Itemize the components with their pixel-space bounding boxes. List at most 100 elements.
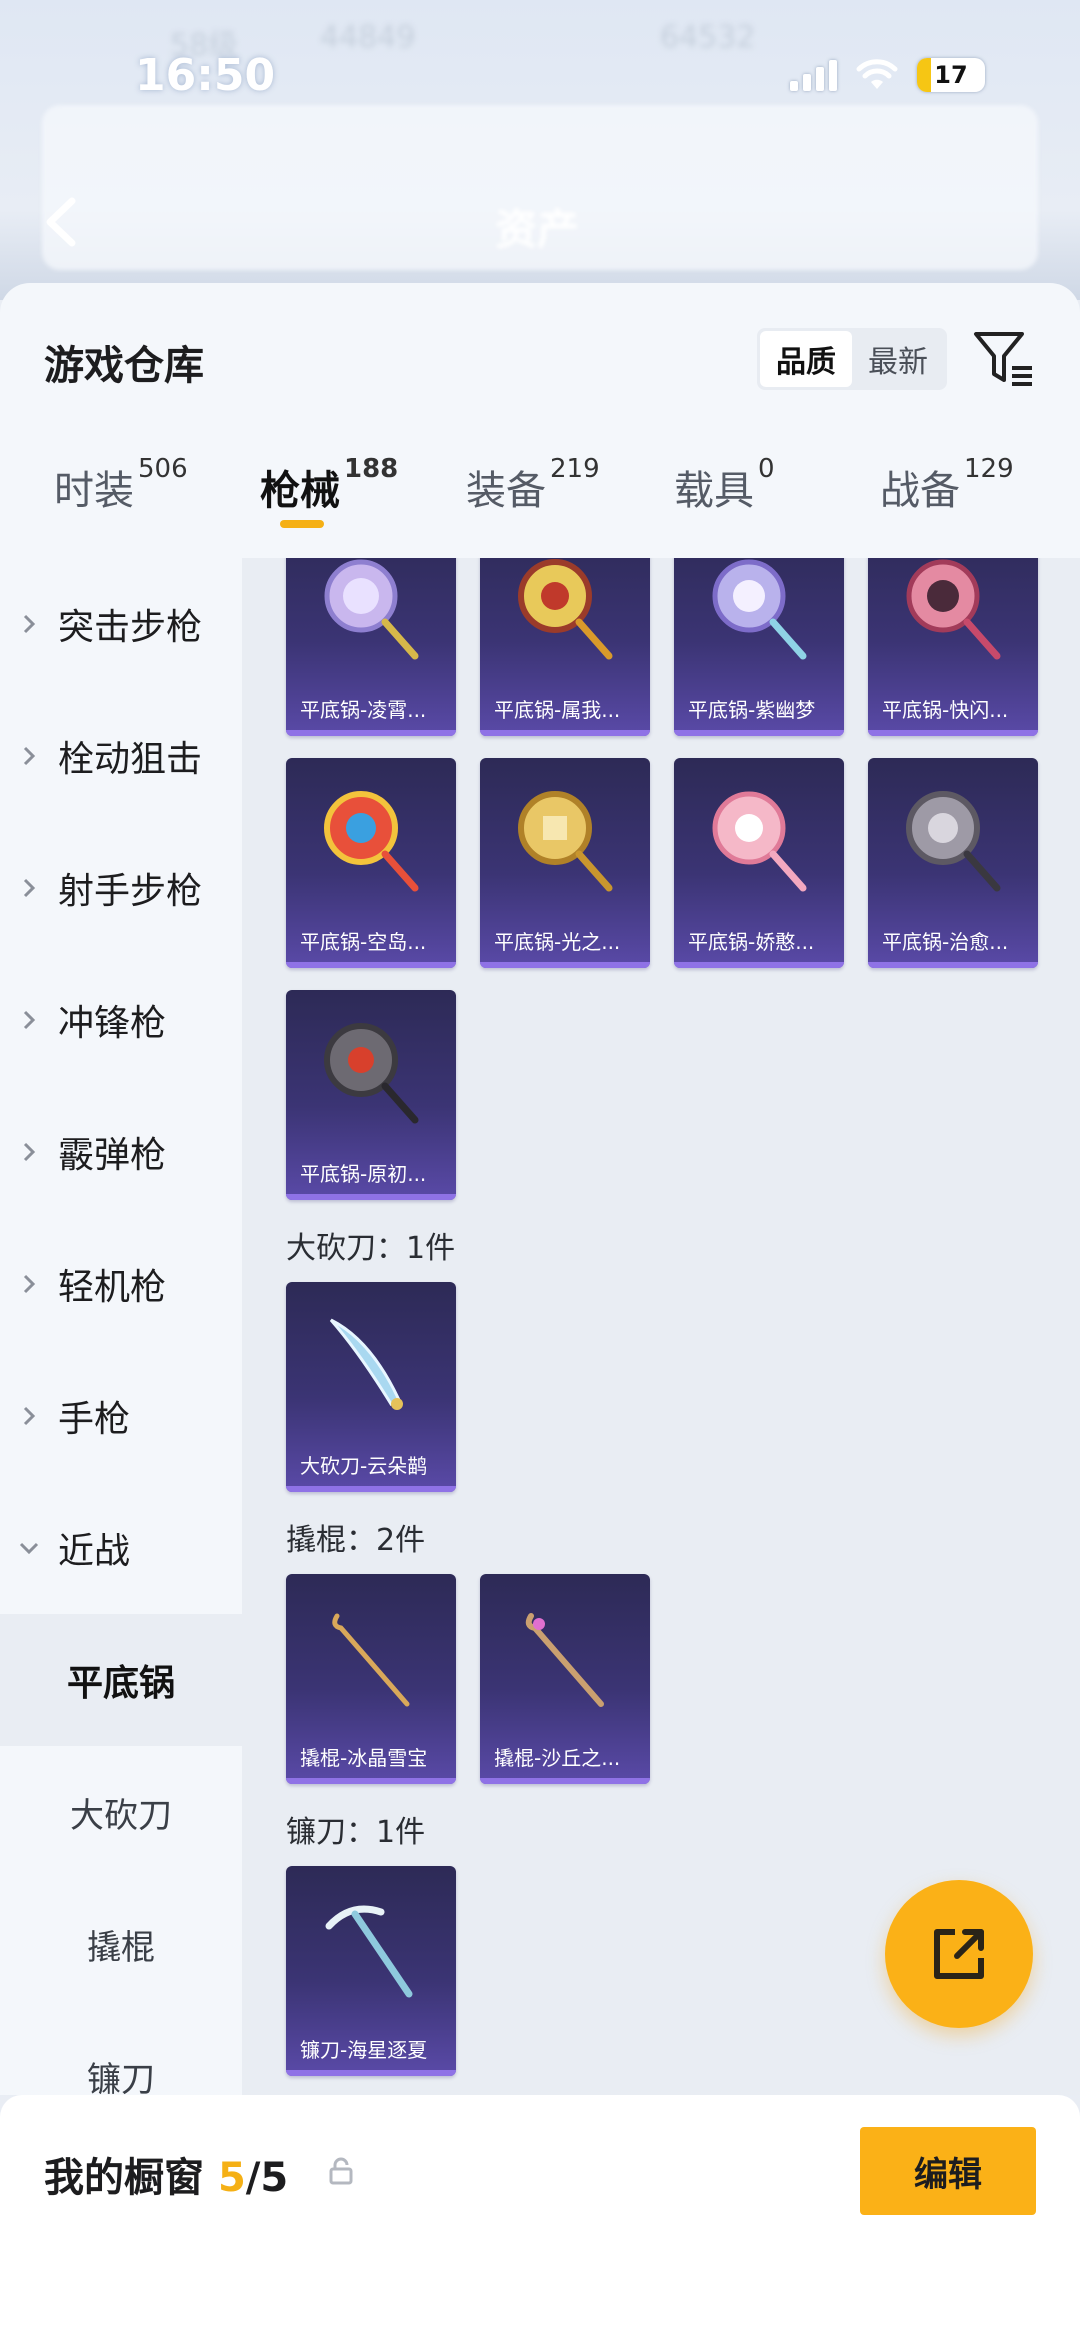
status-icons: 17: [790, 58, 985, 92]
back-icon[interactable]: [40, 195, 80, 249]
item-name: 撬棍-沙丘之...: [494, 1745, 621, 1770]
tab-equipment[interactable]: 装备 219: [466, 454, 600, 516]
wifi-icon: [856, 59, 898, 89]
tab-vehicles[interactable]: 载具 0: [674, 454, 775, 516]
item-name: 平底锅-紫幽梦: [688, 697, 816, 722]
item-name: 镰刀-海星逐夏: [300, 2037, 428, 2062]
item-card[interactable]: 平底锅-凌霄...: [286, 558, 456, 736]
tab-vehicles-count: 0: [758, 454, 775, 484]
nav-label: 霰弹枪: [58, 1135, 167, 1176]
tab-guns[interactable]: 枪械 188: [260, 454, 398, 528]
item-card[interactable]: 平底锅-属我...: [480, 558, 650, 736]
lock-icon[interactable]: [328, 2157, 354, 2185]
background-header: 58级 44849 64532 资产 16:50 17: [0, 0, 1080, 300]
edit-button[interactable]: 编辑: [860, 2127, 1036, 2215]
item-card[interactable]: 撬棍-冰晶雪宝: [286, 1574, 456, 1784]
background-title: 资产: [495, 205, 580, 254]
filter-icon[interactable]: [972, 328, 1034, 390]
item-name: 平底锅-治愈...: [882, 929, 1009, 954]
item-card[interactable]: 镰刀-海星逐夏: [286, 1866, 456, 2076]
item-card[interactable]: 平底锅-光之...: [480, 758, 650, 968]
sort-toggle: 品质 最新: [757, 328, 947, 390]
nav-pistol[interactable]: 手枪: [0, 1350, 242, 1482]
item-card[interactable]: 平底锅-紫幽梦: [674, 558, 844, 736]
sort-latest-option[interactable]: 最新: [852, 331, 944, 387]
battery-level: 17: [934, 61, 968, 89]
showcase-count-total: /5: [245, 2155, 289, 2201]
tab-vehicles-label: 载具: [674, 468, 754, 514]
item-name: 撬棍-冰晶雪宝: [300, 1745, 428, 1770]
chevron-right-icon: [0, 1140, 58, 1164]
nav-melee[interactable]: 近战: [0, 1482, 242, 1614]
item-card[interactable]: 平底锅-快闪...: [868, 558, 1038, 736]
nav-label: 近战: [58, 1531, 131, 1572]
tab-war-gear-count: 129: [964, 454, 1014, 484]
nav-label: 突击步枪: [58, 607, 203, 648]
item-card[interactable]: 撬棍-沙丘之...: [480, 1574, 650, 1784]
machete-icon: [329, 1318, 403, 1410]
nav-smg[interactable]: 冲锋枪: [0, 954, 242, 1086]
item-card[interactable]: 平底锅-原初...: [286, 990, 456, 1200]
battery-icon: 17: [917, 58, 985, 92]
group-title-sickle: 镰刀：1件: [286, 1815, 426, 1850]
chevron-right-icon: [0, 744, 58, 768]
share-button[interactable]: [885, 1880, 1033, 2028]
showcase-title: 我的橱窗 5/5: [44, 2145, 288, 2203]
item-card[interactable]: 平底锅-空岛...: [286, 758, 456, 968]
item-name: 平底锅-属我...: [494, 697, 621, 722]
nav-sub-machete[interactable]: 大砍刀: [0, 1746, 242, 1878]
item-name: 平底锅-原初...: [300, 1161, 427, 1186]
frying-pan-icon: [518, 791, 613, 892]
tab-war-gear-label: 战备: [880, 468, 960, 514]
item-name: 平底锅-娇憨...: [688, 929, 815, 954]
group-title-machete: 大砍刀：1件: [286, 1231, 456, 1266]
category-tabs: 时装 506 枪械 188 装备 219 载具 0 战备 129: [0, 454, 1080, 548]
nav-sub-crowbar[interactable]: 撬棍: [0, 1878, 242, 2010]
background-stat-2: 64532: [660, 20, 756, 55]
nav-shotgun[interactable]: 霰弹枪: [0, 1086, 242, 1218]
sort-quality-option[interactable]: 品质: [760, 331, 852, 387]
warehouse-sheet: 游戏仓库 品质 最新 时装 506 枪械 188 装备 219 载具 0 战备 129: [0, 283, 1080, 2095]
item-card[interactable]: 平底锅-娇憨...: [674, 758, 844, 968]
item-card[interactable]: 大砍刀-云朵鹋: [286, 1282, 456, 1492]
crowbar-icon: [525, 1613, 604, 1707]
frying-pan-icon: [712, 791, 807, 892]
frying-pan-icon: [324, 791, 419, 892]
frying-pan-icon: [518, 559, 613, 660]
nav-label: 手枪: [58, 1399, 131, 1440]
item-card[interactable]: 平底锅-治愈...: [868, 758, 1038, 968]
nav-bolt-sniper[interactable]: 栓动狙击: [0, 690, 242, 822]
tab-fashion-count: 506: [138, 454, 188, 484]
frying-pan-icon: [324, 1023, 419, 1124]
signal-icon: [790, 59, 837, 91]
showcase-count-current: 5: [217, 2155, 246, 2201]
nav-lmg[interactable]: 轻机枪: [0, 1218, 242, 1350]
chevron-right-icon: [0, 1404, 58, 1428]
tab-fashion[interactable]: 时装 506: [54, 454, 188, 516]
sheet-title: 游戏仓库: [44, 343, 204, 389]
sickle-icon: [325, 1905, 413, 1998]
nav-sub-sickle[interactable]: 镰刀: [0, 2010, 242, 2096]
group-title-crowbar: 撬棍：2件: [286, 1523, 426, 1558]
chevron-right-icon: [0, 1008, 58, 1032]
showcase-title-text: 我的橱窗: [44, 2155, 218, 2201]
nav-label: 轻机枪: [58, 1267, 167, 1308]
nav-assault-rifle[interactable]: 突击步枪: [0, 558, 242, 690]
item-name: 大砍刀-云朵鹋: [300, 1453, 428, 1478]
status-time: 16:50: [135, 50, 276, 101]
tab-guns-label: 枪械: [260, 468, 340, 514]
nav-sub-frying-pan[interactable]: 平底锅: [0, 1614, 242, 1746]
frying-pan-icon: [906, 559, 1001, 660]
chevron-right-icon: [0, 612, 58, 636]
chevron-down-icon: [0, 1540, 58, 1556]
item-name: 平底锅-空岛...: [300, 929, 427, 954]
item-name: 平底锅-快闪...: [882, 697, 1009, 722]
left-nav: 突击步枪 栓动狙击 射手步枪 冲锋枪 霰弹枪 轻机枪 手枪 近战 平底锅 大砍刀…: [0, 558, 242, 2095]
tab-active-indicator: [280, 520, 324, 528]
tab-fashion-label: 时装: [54, 468, 134, 514]
tab-war-gear[interactable]: 战备 129: [880, 454, 1014, 516]
item-grid: 平底锅-凌霄... 平底锅-属我... 平底锅-紫幽梦 平底锅-快闪... 平底…: [242, 558, 1080, 2095]
tab-equipment-count: 219: [550, 454, 600, 484]
frying-pan-icon: [712, 559, 807, 660]
nav-marksman-rifle[interactable]: 射手步枪: [0, 822, 242, 954]
